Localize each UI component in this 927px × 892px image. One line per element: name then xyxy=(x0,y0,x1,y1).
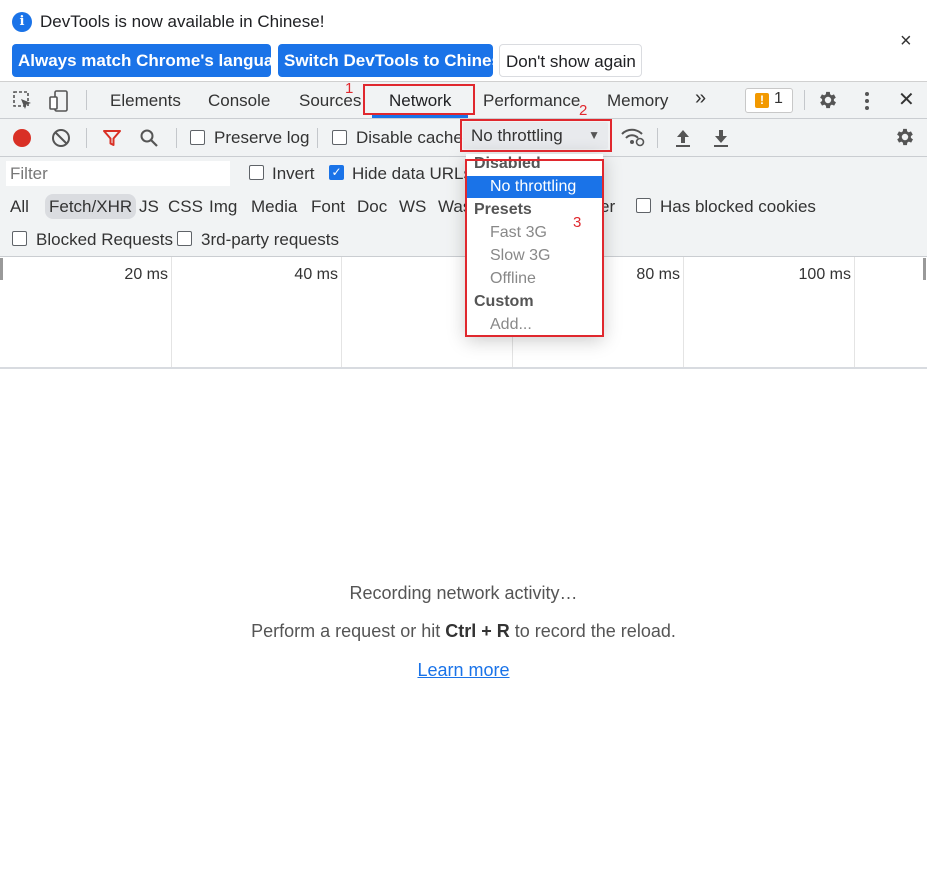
timeline-overview[interactable]: 20 ms 40 ms 60 ms 80 ms 100 ms xyxy=(0,257,927,369)
toolbar-separator xyxy=(176,128,177,148)
dont-show-again-button[interactable]: Don't show again xyxy=(499,44,642,77)
reload-hint-suffix: to record the reload. xyxy=(509,621,676,641)
timeline-tick-label: 40 ms xyxy=(294,266,338,283)
language-infobar: i DevTools is now available in Chinese! … xyxy=(0,0,927,82)
invert-checkbox[interactable] xyxy=(249,165,264,180)
close-infobar-icon[interactable]: × xyxy=(900,30,912,53)
type-filter-css[interactable]: CSS xyxy=(168,194,203,219)
type-filter-doc[interactable]: Doc xyxy=(357,194,387,219)
tab-performance[interactable]: Performance xyxy=(483,82,580,119)
import-har-icon[interactable] xyxy=(673,127,693,149)
toolbar-separator xyxy=(317,128,318,148)
inspect-element-icon[interactable] xyxy=(12,90,34,112)
annotation-box-dropdown xyxy=(465,159,604,337)
device-toolbar-icon[interactable] xyxy=(48,89,70,113)
type-filter-img[interactable]: Img xyxy=(209,194,237,219)
reload-hint: Perform a request or hit Ctrl + R to rec… xyxy=(0,621,927,642)
timeline-gridline xyxy=(341,257,342,367)
type-filter-media[interactable]: Media xyxy=(251,194,297,219)
preserve-log-checkbox[interactable] xyxy=(190,130,205,145)
annotation-box-network-tab xyxy=(363,84,475,115)
always-match-language-button[interactable]: Always match Chrome's language xyxy=(12,44,293,77)
network-settings-gear-icon[interactable] xyxy=(894,126,916,148)
infobar-message: DevTools is now available in Chinese! xyxy=(40,12,325,31)
timeline-left-handle[interactable] xyxy=(0,258,3,280)
close-devtools-icon[interactable]: ✕ xyxy=(898,82,915,119)
reload-hint-prefix: Perform a request or hit xyxy=(251,621,446,641)
has-blocked-cookies-label: Has blocked cookies xyxy=(660,197,816,216)
annotation-box-throttling-select xyxy=(460,119,612,152)
annotation-number-2: 2 xyxy=(579,102,588,119)
learn-more-link[interactable]: Learn more xyxy=(0,660,927,681)
recording-message: Recording network activity… xyxy=(349,583,578,603)
tab-elements[interactable]: Elements xyxy=(110,82,181,119)
preserve-log-label: Preserve log xyxy=(214,128,310,147)
annotation-number-1: 1 xyxy=(345,80,354,97)
hide-data-urls-checkbox[interactable]: ✓ xyxy=(329,165,344,180)
export-har-icon[interactable] xyxy=(711,127,731,149)
timeline-gridline xyxy=(171,257,172,367)
timeline-tick-label: 20 ms xyxy=(124,266,168,283)
switch-to-chinese-button[interactable]: Switch DevTools to Chinese xyxy=(278,44,510,77)
type-filter-js[interactable]: JS xyxy=(139,194,159,219)
tab-memory[interactable]: Memory xyxy=(607,82,668,119)
filter-icon[interactable] xyxy=(102,128,122,148)
more-tabs-icon[interactable]: » xyxy=(695,80,706,117)
toolbar-separator xyxy=(86,128,87,148)
third-party-requests-label: 3rd-party requests xyxy=(201,230,339,249)
search-icon[interactable] xyxy=(139,128,159,148)
type-filter-font[interactable]: Font xyxy=(311,194,345,219)
active-tab-indicator xyxy=(372,115,468,118)
filter-input[interactable] xyxy=(6,161,230,186)
type-filter-all[interactable]: All xyxy=(10,194,29,219)
record-icon[interactable] xyxy=(13,129,31,147)
has-blocked-cookies-checkbox[interactable] xyxy=(636,198,651,213)
disable-cache-label: Disable cache xyxy=(356,128,463,147)
kebab-menu-icon[interactable] xyxy=(862,90,872,112)
annotation-number-3: 3 xyxy=(573,214,582,231)
tab-console[interactable]: Console xyxy=(208,82,270,119)
issues-count: 1 xyxy=(774,90,783,107)
timeline-right-handle[interactable] xyxy=(923,258,926,280)
blocked-requests-checkbox[interactable] xyxy=(12,231,27,246)
hide-data-urls-label: Hide data URLs xyxy=(352,164,473,183)
settings-gear-icon[interactable] xyxy=(817,89,839,111)
timeline-tick-label: 80 ms xyxy=(636,266,680,283)
timeline-tick-label: 100 ms xyxy=(798,266,851,283)
network-conditions-icon[interactable] xyxy=(620,126,646,148)
invert-label: Invert xyxy=(272,164,315,183)
reload-shortcut: Ctrl + R xyxy=(445,621,510,641)
type-filter-fetch-xhr[interactable]: Fetch/XHR xyxy=(45,194,137,219)
tabbar-separator xyxy=(86,90,87,110)
issues-counter[interactable]: ! 1 xyxy=(745,88,793,113)
timeline-gridline xyxy=(683,257,684,367)
disable-cache-checkbox[interactable] xyxy=(332,130,347,145)
tabbar-separator xyxy=(804,90,805,110)
learn-more-text[interactable]: Learn more xyxy=(417,660,509,680)
warning-icon: ! xyxy=(755,93,769,108)
blocked-requests-label: Blocked Requests xyxy=(36,230,174,249)
type-filter-ws[interactable]: WS xyxy=(399,194,426,219)
toolbar-separator xyxy=(657,128,658,148)
third-party-requests-checkbox[interactable] xyxy=(177,231,192,246)
clear-icon[interactable] xyxy=(51,128,71,148)
timeline-gridline xyxy=(854,257,855,367)
info-icon: i xyxy=(12,12,32,32)
